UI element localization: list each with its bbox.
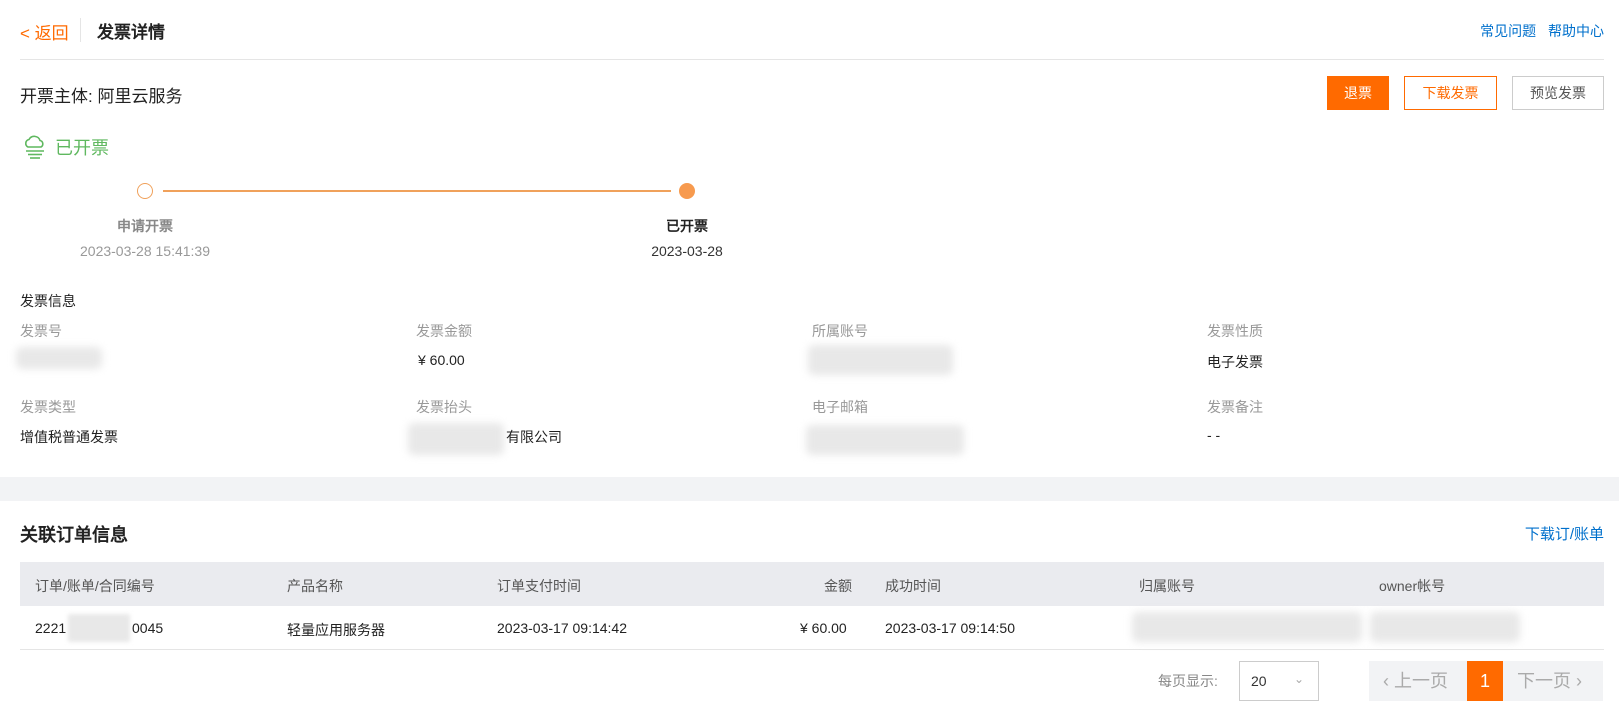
chevron-right-icon: › bbox=[1576, 671, 1583, 691]
remark-label: 发票备注 bbox=[1207, 399, 1263, 415]
page-1-button[interactable]: 1 bbox=[1467, 661, 1503, 701]
col-product: 产品名称 bbox=[287, 578, 343, 594]
entity-label: 开票主体 bbox=[20, 87, 88, 106]
col-pay-time: 订单支付时间 bbox=[497, 578, 581, 594]
prev-page-button[interactable]: ‹ 上一页 bbox=[1369, 661, 1467, 701]
help-links: 常见问题 帮助中心 bbox=[1472, 21, 1604, 41]
table-row: 2221 0045 轻量应用服务器 2023-03-17 09:14:42 ¥ … bbox=[20, 606, 1604, 650]
per-page-select[interactable]: 20 ⌄ bbox=[1239, 661, 1319, 701]
email-value-redacted bbox=[806, 425, 964, 455]
col-owner: owner帐号 bbox=[1379, 578, 1446, 594]
step-title-apply: 申请开票 bbox=[117, 218, 173, 234]
orders-table-header: 订单/账单/合同编号 产品名称 订单支付时间 金额 成功时间 归属账号 owne… bbox=[20, 562, 1604, 606]
refund-button[interactable]: 退票 bbox=[1327, 76, 1389, 110]
next-page-label: 下一页 bbox=[1517, 671, 1571, 691]
invoice-no-label: 发票号 bbox=[20, 323, 62, 339]
entity-value: 阿里云服务 bbox=[97, 87, 183, 106]
owner-redacted bbox=[1370, 612, 1520, 642]
product-name: 轻量应用服务器 bbox=[287, 622, 385, 638]
entity-colon: : bbox=[88, 87, 93, 106]
orders-title: 关联订单信息 bbox=[20, 525, 128, 545]
progress-line bbox=[163, 190, 671, 192]
divider bbox=[80, 18, 81, 42]
download-invoice-button[interactable]: 下载发票 bbox=[1404, 76, 1497, 110]
email-label: 电子邮箱 bbox=[812, 399, 868, 415]
step-time-issued: 2023-03-28 bbox=[651, 243, 723, 259]
preview-invoice-button[interactable]: 预览发票 bbox=[1512, 76, 1604, 110]
col-success-time: 成功时间 bbox=[885, 578, 941, 594]
chevron-down-icon: ⌄ bbox=[1293, 672, 1304, 686]
success-time: 2023-03-17 09:14:50 bbox=[885, 620, 1015, 636]
order-no-suffix: 0045 bbox=[132, 620, 164, 636]
amount-label: 发票金额 bbox=[416, 323, 472, 339]
step-time-apply: 2023-03-28 15:41:39 bbox=[80, 243, 210, 259]
invoice-status: 已开票 bbox=[23, 132, 109, 162]
next-page-button[interactable]: 下一页 › bbox=[1503, 661, 1603, 701]
invoice-info-title: 发票信息 bbox=[20, 293, 76, 309]
col-account: 归属账号 bbox=[1139, 578, 1195, 594]
account-redacted bbox=[1132, 612, 1362, 642]
status-text: 已开票 bbox=[55, 138, 109, 158]
order-no-prefix: 2221 bbox=[35, 620, 67, 636]
pagination: ‹ 上一页 1 下一页 › bbox=[1369, 661, 1603, 701]
type-value: 增值税普通发票 bbox=[20, 429, 118, 445]
chevron-left-icon: ‹ bbox=[1383, 671, 1389, 691]
prev-page-label: 上一页 bbox=[1394, 671, 1449, 691]
remark-value: - - bbox=[1207, 427, 1221, 443]
step-dot-issued bbox=[679, 183, 695, 199]
step-title-issued: 已开票 bbox=[666, 218, 708, 234]
header-value-redacted bbox=[408, 423, 504, 455]
cloud-icon bbox=[25, 135, 44, 159]
faq-link[interactable]: 常见问题 bbox=[1480, 23, 1536, 39]
amount-value: ¥ 60.00 bbox=[418, 352, 465, 368]
help-center-link[interactable]: 帮助中心 bbox=[1548, 23, 1604, 39]
invoice-no-value-redacted bbox=[16, 347, 102, 369]
per-page-value: 20 bbox=[1251, 673, 1267, 689]
col-amount: 金额 bbox=[824, 578, 852, 594]
nature-value: 电子发票 bbox=[1207, 354, 1263, 370]
page-title: 发票详情 bbox=[97, 23, 165, 42]
nature-label: 发票性质 bbox=[1207, 323, 1263, 339]
account-label: 所属账号 bbox=[812, 323, 868, 339]
col-order-no: 订单/账单/合同编号 bbox=[35, 578, 155, 594]
pay-time: 2023-03-17 09:14:42 bbox=[497, 620, 627, 636]
per-page-label: 每页显示: bbox=[1158, 673, 1218, 689]
download-orders-link[interactable]: 下载订/账单 bbox=[1525, 523, 1604, 544]
step-dot-apply bbox=[137, 183, 153, 199]
billing-entity: 开票主体: 阿里云服务 bbox=[20, 82, 182, 107]
order-no-redacted bbox=[68, 614, 130, 642]
section-separator bbox=[0, 477, 1619, 501]
top-bar: < 返回 发票详情 常见问题 帮助中心 bbox=[20, 0, 1604, 60]
header-value: 有限公司 bbox=[506, 429, 562, 445]
account-value-redacted bbox=[808, 345, 953, 375]
type-label: 发票类型 bbox=[20, 399, 76, 415]
back-link[interactable]: < 返回 bbox=[20, 19, 69, 44]
order-amount: ¥ 60.00 bbox=[800, 620, 847, 636]
header-label: 发票抬头 bbox=[416, 399, 472, 415]
